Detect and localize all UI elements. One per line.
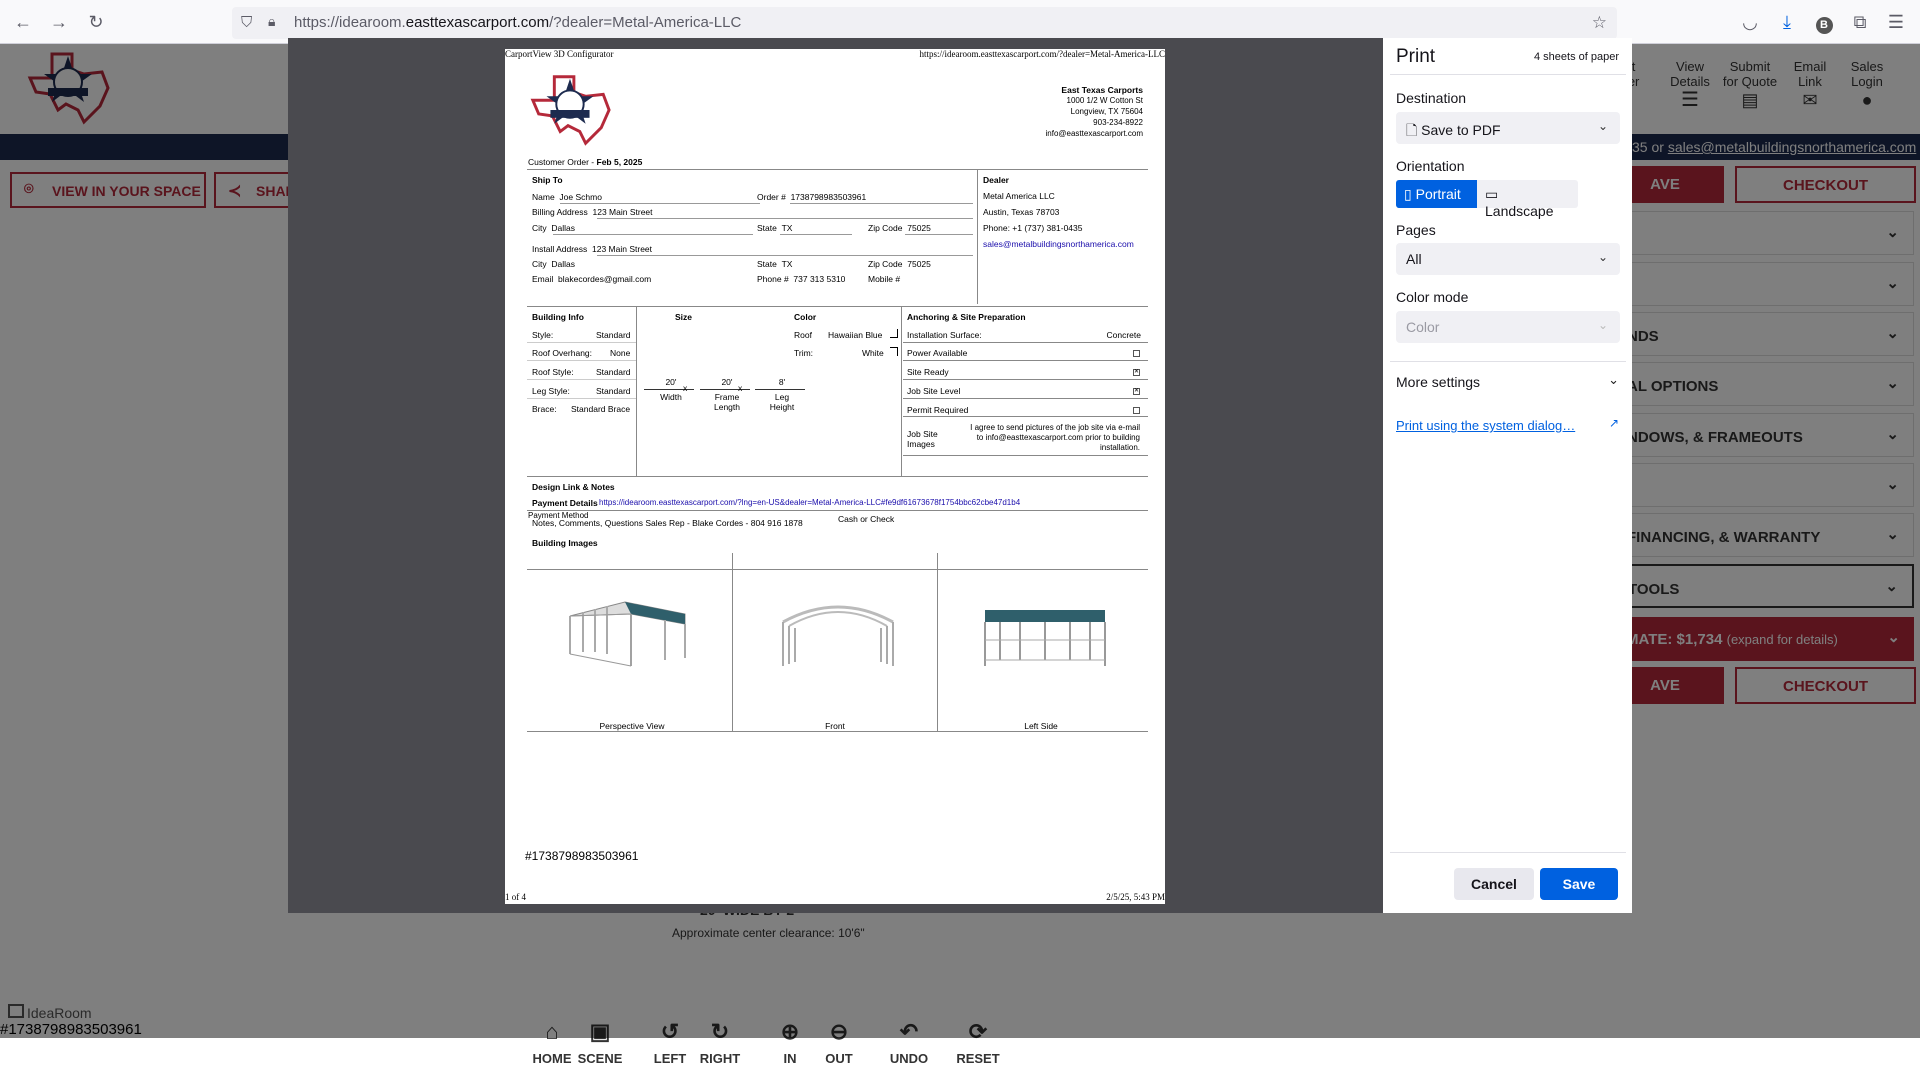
mobile-label: Mobile #	[868, 274, 901, 284]
url-text[interactable]: https://idearoom.easttexascarport.com/?d…	[294, 14, 741, 31]
company-address2: Longview, TX 75604	[1070, 107, 1143, 116]
chevron-down-icon: ⌄	[1597, 119, 1608, 133]
front-view-image	[782, 605, 894, 666]
site-level-checkbox: ✕	[1133, 388, 1140, 395]
destination-select[interactable]: 🗋︎ Save to PDF ⌄	[1396, 112, 1620, 144]
notes-text: Notes, Comments, Questions Sales Rep - B…	[532, 518, 803, 528]
company-phone: 903-234-8922	[1093, 118, 1143, 127]
sheet-footer-right: 2/5/25, 5:43 PM	[1106, 892, 1165, 902]
perspective-view-image	[569, 601, 686, 667]
sheet-header-left: CarportView 3D Configurator	[505, 49, 614, 59]
company-name: East Texas Carports	[1061, 85, 1143, 95]
company-logo	[530, 75, 611, 146]
zip-value: 75025	[907, 223, 931, 233]
print-save-button[interactable]: Save	[1540, 868, 1618, 900]
sheets-count: 4 sheets of paper	[1533, 51, 1619, 63]
back-icon[interactable]: ←	[11, 10, 35, 34]
portrait-option[interactable]: ▯ Portrait	[1396, 180, 1477, 208]
left-side-view-image	[984, 610, 1106, 666]
building-info-title: Building Info	[532, 312, 584, 322]
phone-value: 737 313 5310	[793, 274, 846, 284]
site-ready-checkbox: ✕	[1133, 369, 1140, 376]
dealer-city: Austin, Texas 78703	[983, 207, 1060, 217]
company-email: info@easttexascarport.com	[1045, 129, 1144, 138]
sheet-footer-left: 1 of 4	[505, 892, 526, 902]
roof-color-value: Hawaiian Blue	[828, 330, 883, 340]
ship-to-title: Ship To	[532, 175, 563, 185]
print-title: Print	[1396, 46, 1436, 67]
chevron-down-icon: ⌄	[1597, 250, 1608, 264]
more-settings-toggle[interactable]: More settings	[1396, 374, 1480, 390]
reload-icon[interactable]: ↻	[84, 10, 108, 34]
pages-label: Pages	[1396, 222, 1436, 238]
sheet-order-number: #1738798983503961	[525, 849, 639, 863]
state-value: TX	[781, 223, 793, 233]
chevron-down-icon: ⌄	[1597, 318, 1608, 332]
customer-name: Joe Schmo	[559, 192, 602, 202]
external-link-icon: ↗	[1608, 416, 1619, 430]
payment-method: Cash or Check	[838, 514, 895, 524]
download-icon[interactable]: ⤓	[1775, 10, 1799, 34]
destination-label: Destination	[1396, 90, 1467, 106]
dealer-phone: Phone: +1 (737) 381-0435	[983, 223, 1083, 233]
dealer-name: Metal America LLC	[983, 191, 1055, 201]
view-caption: Front	[825, 721, 845, 731]
menu-icon[interactable]: ☰	[1884, 10, 1908, 34]
account-icon[interactable]: B	[1812, 10, 1836, 34]
permit-checkbox	[1133, 407, 1140, 414]
orientation-label: Orientation	[1396, 158, 1465, 174]
trim-color-swatch	[890, 347, 898, 356]
power-checkbox	[1133, 350, 1140, 357]
color-mode-label: Color mode	[1396, 289, 1469, 305]
size-title: Size	[675, 312, 693, 322]
company-address1: 1000 1/2 W Cotton St	[1066, 96, 1144, 105]
city-value: Dallas	[551, 223, 575, 233]
anchoring-title: Anchoring & Site Preparation	[907, 312, 1026, 322]
building-images-title: Building Images	[532, 538, 598, 548]
portrait-icon: ▯	[1404, 186, 1412, 202]
shield-icon[interactable]: ⛉	[241, 14, 252, 31]
email-value: blakecordes@gmail.com	[558, 274, 652, 284]
forward-icon[interactable]: →	[47, 10, 71, 34]
cancel-button[interactable]: Cancel	[1454, 868, 1534, 900]
pocket-icon[interactable]: ◡	[1738, 10, 1762, 34]
design-link-title: Design Link & Notes	[532, 482, 615, 492]
order-value: 1738798983503961	[790, 192, 867, 202]
job-images-text: I agree to send pictures of the job site…	[970, 423, 1140, 452]
roof-color-swatch	[890, 329, 898, 338]
brace-value: Standard Brace	[571, 404, 631, 414]
landscape-icon: ▭	[1485, 186, 1499, 202]
install-value: 123 Main Street	[592, 244, 653, 254]
roof-style-value: Standard	[596, 367, 631, 377]
landscape-option[interactable]: ▭ Landscape	[1477, 180, 1578, 219]
customer-order: Customer Order - Feb 5, 2025	[528, 157, 643, 167]
document-icon: 🗋︎	[1406, 122, 1418, 138]
leg-style-value: Standard	[596, 386, 631, 396]
pages-select[interactable]: All ⌄	[1396, 243, 1620, 275]
dealer-title: Dealer	[983, 175, 1009, 185]
lock-icon: 🔒︎	[268, 13, 276, 29]
dealer-email-link[interactable]: sales@metalbuildingsnorthamerica.com	[983, 239, 1134, 249]
system-dialog-link[interactable]: Print using the system dialog…	[1396, 418, 1575, 433]
billing-value: 123 Main Street	[592, 207, 653, 217]
color-title: Color	[794, 312, 817, 322]
print-preview-page: CarportView 3D Configurator https://idea…	[505, 49, 1165, 904]
design-link[interactable]: https://idearoom.easttexascarport.com/?l…	[599, 498, 1020, 507]
leg-value: 8'	[778, 377, 786, 387]
view-caption: Perspective View	[599, 721, 665, 731]
payment-details-title: Payment Details	[532, 498, 598, 508]
extensions-icon[interactable]: ⧉	[1848, 10, 1872, 34]
surface-value: Concrete	[1106, 330, 1142, 340]
sheet-header-right: https://idearoom.easttexascarport.com/?d…	[919, 49, 1165, 59]
overhang-value: None	[610, 348, 631, 358]
star-icon[interactable]: ☆	[1592, 13, 1607, 33]
style-value: Standard	[596, 330, 631, 340]
url-bar[interactable]: ⛉ 🔒︎ https://idearoom.easttexascarport.c…	[232, 7, 1617, 39]
color-mode-select[interactable]: Color ⌄	[1396, 311, 1620, 343]
view-caption: Left Side	[1024, 721, 1058, 731]
chevron-down-icon[interactable]: ⌄	[1608, 372, 1619, 388]
print-panel: Print 4 sheets of paper Destination 🗋︎ S…	[1383, 38, 1632, 913]
trim-color-value: White	[862, 348, 884, 358]
